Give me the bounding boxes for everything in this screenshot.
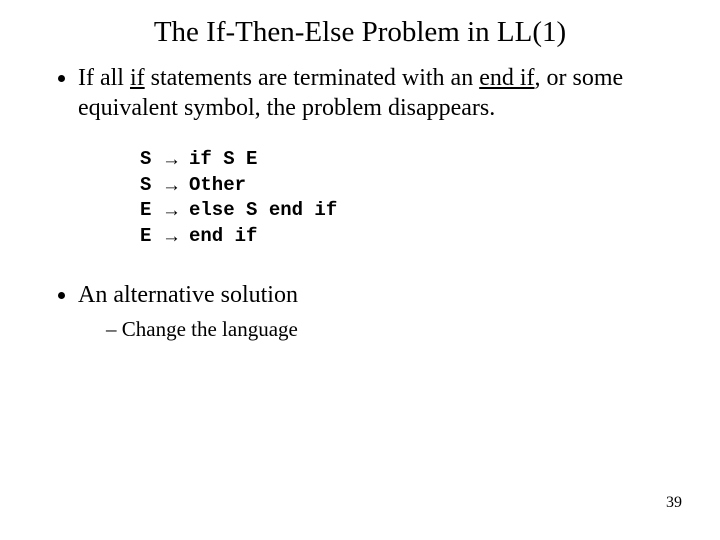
- sub-bullet-text: Change the language: [122, 317, 298, 341]
- grammar-lhs: S: [140, 173, 156, 199]
- grammar-block: S → if S E S → Other E → else S end if E…: [140, 147, 670, 250]
- text-fragment: statements are terminated with an: [145, 65, 480, 91]
- page-number: 39: [666, 494, 682, 512]
- grammar-rhs: else S end if: [189, 198, 337, 224]
- underlined-keyword-if: if: [130, 65, 145, 91]
- grammar-row: E → end if: [140, 224, 670, 250]
- sub-bullet-list: Change the language: [78, 316, 670, 342]
- bullet-text: An alternative solution: [78, 282, 298, 308]
- bullet-item-2: An alternative solution Change the langu…: [78, 280, 670, 342]
- sub-bullet-item: Change the language: [106, 316, 670, 342]
- arrow-icon: →: [162, 147, 181, 173]
- underlined-keyword-endif: end if: [479, 65, 534, 91]
- arrow-icon: →: [162, 198, 181, 224]
- slide: The If-Then-Else Problem in LL(1) If all…: [0, 0, 720, 540]
- grammar-row: S → if S E: [140, 147, 670, 173]
- text-fragment: If all: [78, 65, 130, 91]
- grammar-rhs: if S E: [189, 147, 257, 173]
- grammar-lhs: E: [140, 198, 156, 224]
- grammar-rhs: end if: [189, 224, 257, 250]
- bullet-list: If all if statements are terminated with…: [50, 63, 670, 123]
- bullet-item-1: If all if statements are terminated with…: [78, 63, 670, 123]
- slide-content: If all if statements are terminated with…: [0, 49, 720, 342]
- slide-title: The If-Then-Else Problem in LL(1): [0, 0, 720, 49]
- grammar-rhs: Other: [189, 173, 246, 199]
- grammar-lhs: S: [140, 147, 156, 173]
- bullet-list: An alternative solution Change the langu…: [50, 280, 670, 342]
- grammar-row: E → else S end if: [140, 198, 670, 224]
- arrow-icon: →: [162, 224, 181, 250]
- arrow-icon: →: [162, 173, 181, 199]
- grammar-row: S → Other: [140, 173, 670, 199]
- grammar-lhs: E: [140, 224, 156, 250]
